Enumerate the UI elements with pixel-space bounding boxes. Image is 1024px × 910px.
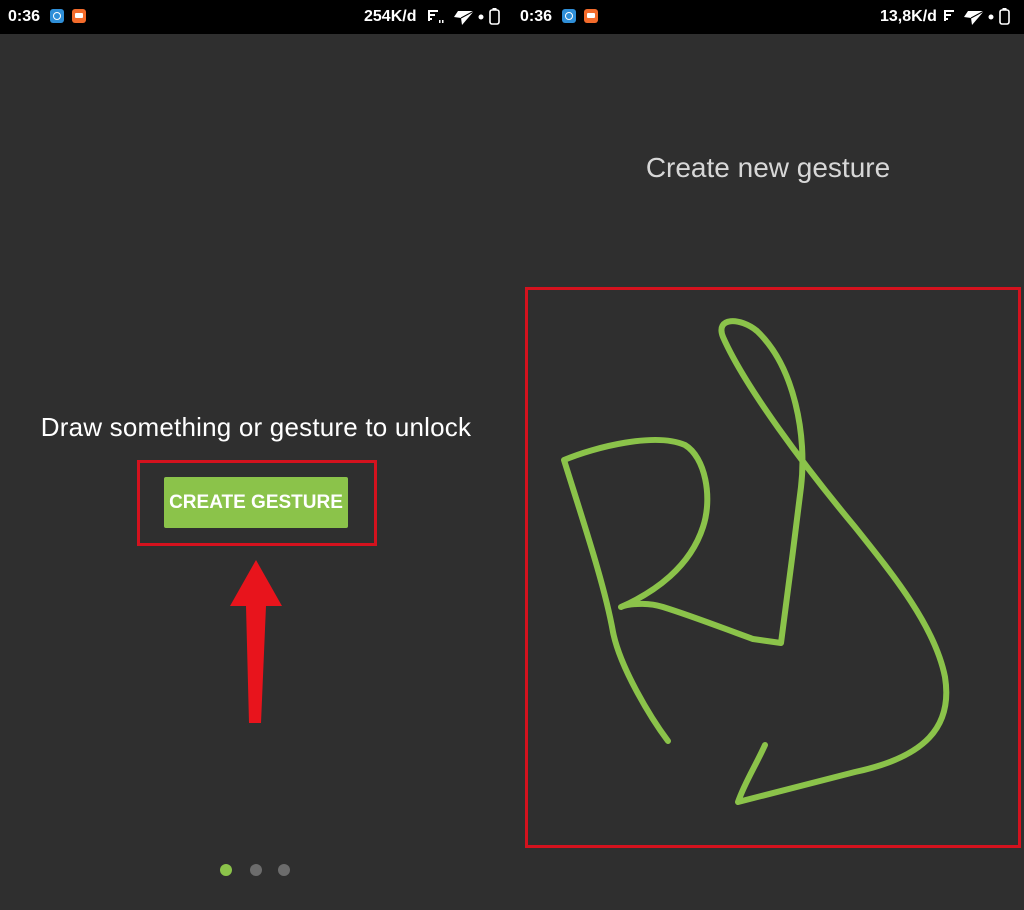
browser-app-icon [562, 9, 576, 23]
gesture-area-highlight-frame [525, 287, 1021, 848]
camera-app-icon [72, 9, 86, 23]
network-speed: 13,8K/d [880, 8, 937, 25]
page-indicator [220, 864, 292, 878]
status-icons [944, 8, 1010, 25]
battery-icon [489, 8, 500, 25]
status-bar: 0:36 13,8K/d [512, 0, 1024, 34]
signal-icon [944, 10, 954, 21]
page-dot-3[interactable] [278, 864, 290, 876]
up-arrow-icon [230, 560, 282, 723]
status-time: 0:36 [520, 8, 553, 25]
airplane-icon [454, 10, 475, 25]
left-screen: 0:36 254K/d Draw something or gesture to… [0, 0, 512, 910]
page-dot-1[interactable] [220, 864, 232, 876]
network-speed: 254K/d [364, 8, 417, 25]
dot-icon [988, 14, 994, 20]
browser-app-icon [50, 9, 64, 23]
dot-icon [478, 14, 484, 20]
status-time: 0:36 [8, 8, 41, 25]
page-dot-2[interactable] [250, 864, 262, 876]
status-icons [428, 8, 500, 25]
battery-icon [999, 8, 1010, 25]
camera-app-icon [584, 9, 598, 23]
signal-icon [428, 10, 444, 23]
airplane-icon [964, 10, 985, 25]
right-screen: 0:36 13,8K/d Create new gesture [512, 0, 1024, 910]
status-bar: 0:36 254K/d [0, 0, 512, 34]
create-gesture-title: Create new gesture [645, 152, 891, 183]
unlock-prompt: Draw something or gesture to unlock [40, 412, 472, 442]
create-gesture-button[interactable]: CREATE GESTURE [164, 477, 348, 528]
